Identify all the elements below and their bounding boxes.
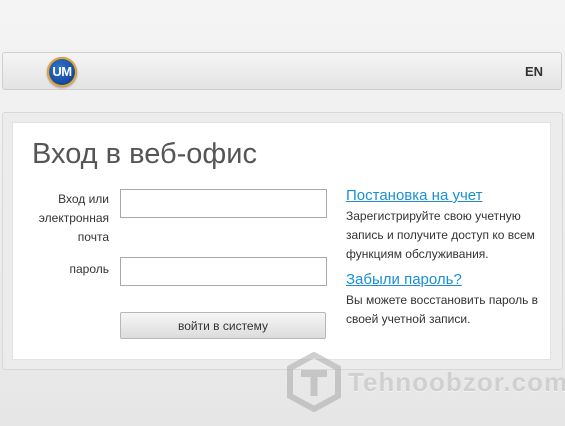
login-field-label: Вход или электронная почта — [38, 192, 109, 244]
login-input[interactable] — [120, 189, 327, 218]
password-field-label: пароль — [69, 262, 109, 276]
password-input[interactable] — [120, 257, 327, 286]
language-switch-button[interactable]: EN — [525, 64, 543, 79]
page-title: Вход в веб-офис — [32, 138, 257, 170]
logo-text: UM — [52, 64, 72, 79]
top-header-bar: UM EN — [2, 52, 562, 90]
watermark-text: Tehnoobzor.com — [348, 367, 565, 397]
register-description: Зарегистрируйте свою учетную запись и по… — [346, 209, 535, 261]
um-logo-icon[interactable]: UM — [47, 57, 77, 87]
register-link[interactable]: Постановка на учет — [346, 187, 483, 204]
forgot-password-description: Вы можете восстановить пароль в своей уч… — [346, 293, 539, 326]
login-submit-button[interactable]: войти в систему — [120, 312, 326, 339]
watermark-logo-icon — [287, 352, 341, 412]
watermark: Tehnoobzor.com — [284, 352, 565, 414]
forgot-password-link[interactable]: Забыли пароль? — [346, 271, 462, 288]
